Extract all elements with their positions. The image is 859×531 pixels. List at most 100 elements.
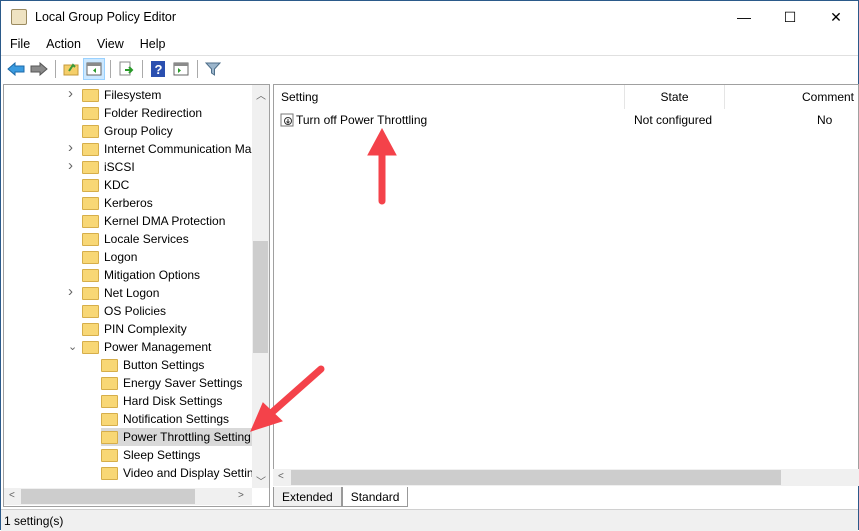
column-header-setting[interactable]: Setting	[274, 85, 625, 109]
scroll-down-icon[interactable]: ﹀	[256, 473, 266, 488]
scroll-left-icon[interactable]: <	[278, 471, 284, 482]
tree-item-label: Kerberos	[104, 196, 153, 210]
setting-state: Not configured	[634, 113, 713, 127]
tree-item[interactable]: Power Management	[82, 338, 211, 356]
policy-setting-icon	[280, 113, 294, 127]
tree-item[interactable]: Video and Display Settin	[101, 464, 254, 482]
column-header-comment[interactable]: Comment	[725, 85, 858, 109]
folder-icon	[82, 232, 99, 246]
folder-icon	[82, 178, 99, 192]
forward-icon[interactable]	[28, 58, 50, 80]
tree-item-label: Group Policy	[104, 124, 173, 138]
maximize-button[interactable]: ☐	[767, 1, 813, 33]
folder-icon	[101, 466, 118, 480]
folder-icon	[82, 196, 99, 210]
status-bar: 1 setting(s)	[1, 509, 858, 531]
toolbar: ?	[1, 55, 858, 81]
folder-icon	[82, 304, 99, 318]
scroll-thumb[interactable]	[253, 241, 268, 353]
tree-item-label: KDC	[104, 178, 130, 192]
setting-name: Turn off Power Throttling	[296, 113, 428, 127]
folder-icon	[82, 88, 99, 102]
tree-pane: Filesystem › Folder Redirection Group Polic…	[3, 84, 270, 507]
chevron-right-icon[interactable]: ›	[68, 139, 73, 156]
tree-item[interactable]: Logon	[82, 248, 137, 266]
tree-item[interactable]: PIN Complexity	[82, 320, 187, 338]
folder-icon	[82, 214, 99, 228]
scroll-thumb[interactable]	[21, 489, 195, 504]
scroll-left-icon[interactable]: <	[9, 490, 15, 501]
tree-item-label: iSCSI	[104, 160, 135, 174]
tree-item[interactable]: Filesystem	[82, 86, 161, 104]
tree-horizontal-scrollbar[interactable]: < >	[4, 488, 252, 505]
menu-bar: File Action View Help	[1, 33, 173, 54]
chevron-right-icon[interactable]: ›	[68, 283, 73, 300]
toolbar-separator	[142, 59, 143, 78]
settings-list-pane: Setting State Comment Turn off Power Thr…	[273, 84, 859, 486]
tree-item[interactable]: Notification Settings	[101, 410, 229, 428]
close-button[interactable]: ✕	[813, 1, 859, 33]
tree-item-label: Power Throttling Setting	[123, 430, 251, 444]
tree-item-label: Internet Communication Ma	[104, 142, 252, 156]
tree-item[interactable]: Mitigation Options	[82, 266, 200, 284]
up-folder-icon[interactable]	[60, 58, 82, 80]
menu-help[interactable]: Help	[131, 37, 173, 51]
tree-item-label: Hard Disk Settings	[123, 394, 223, 408]
tree-item[interactable]: Folder Redirection	[82, 104, 202, 122]
column-header-state[interactable]: State	[625, 85, 725, 109]
view-tabs: Extended Standard	[273, 487, 409, 507]
tree-item[interactable]: Button Settings	[101, 356, 204, 374]
tree-item[interactable]: Kernel DMA Protection	[82, 212, 225, 230]
tree-item[interactable]: iSCSI	[82, 158, 135, 176]
show-hide-tree-icon[interactable]	[83, 57, 105, 80]
folder-icon	[101, 412, 118, 426]
export-list-icon[interactable]	[115, 58, 137, 80]
folder-icon	[101, 358, 118, 372]
folder-icon	[101, 430, 118, 444]
tree-item[interactable]: Group Policy	[82, 122, 173, 140]
folder-icon	[82, 124, 99, 138]
list-row-setting[interactable]: Turn off Power Throttling	[280, 111, 427, 129]
menu-file[interactable]: File	[1, 37, 37, 51]
menu-action[interactable]: Action	[37, 37, 88, 51]
help-icon[interactable]: ?	[147, 58, 169, 80]
folder-icon	[82, 250, 99, 264]
tree-item-label: Net Logon	[104, 286, 160, 300]
scroll-thumb[interactable]	[291, 470, 781, 485]
tree-item-label: Folder Redirection	[104, 106, 203, 120]
folder-icon	[82, 142, 99, 156]
folder-icon	[101, 448, 118, 462]
menu-view[interactable]: View	[88, 37, 131, 51]
tree-item[interactable]: Power Throttling Setting	[101, 428, 252, 446]
list-horizontal-scrollbar[interactable]: <	[273, 469, 859, 486]
gpedit-scroll-icon	[11, 9, 27, 25]
tree-item[interactable]: KDC	[82, 176, 129, 194]
tree-item[interactable]: Internet Communication Ma	[82, 140, 251, 158]
tree-item[interactable]: Sleep Settings	[101, 446, 200, 464]
setting-comment: No	[817, 113, 833, 127]
folder-icon	[82, 160, 99, 174]
back-icon[interactable]	[5, 58, 27, 80]
window-title: Local Group Policy Editor	[35, 10, 177, 24]
show-action-pane-icon[interactable]	[170, 58, 192, 80]
chevron-down-icon[interactable]: ⌄	[68, 340, 77, 353]
filter-icon[interactable]	[202, 58, 224, 80]
tree-item[interactable]: Kerberos	[82, 194, 153, 212]
scroll-up-icon[interactable]: ︿	[256, 87, 266, 102]
folder-icon	[82, 268, 99, 282]
tree-item-label: Mitigation Options	[104, 268, 201, 282]
chevron-right-icon[interactable]: ›	[68, 85, 73, 102]
tab-extended[interactable]: Extended	[273, 487, 342, 507]
tree-item[interactable]: Net Logon	[82, 284, 159, 302]
tree-item[interactable]: Energy Saver Settings	[101, 374, 242, 392]
tree-item[interactable]: Hard Disk Settings	[101, 392, 222, 410]
tree-item-label: Power Management	[104, 340, 212, 354]
tree-item-label: Sleep Settings	[123, 448, 201, 462]
chevron-right-icon[interactable]: ›	[68, 157, 73, 174]
tab-standard[interactable]: Standard	[341, 487, 409, 507]
minimize-button[interactable]: —	[721, 1, 767, 33]
tree-item[interactable]: Locale Services	[82, 230, 189, 248]
tree-vertical-scrollbar[interactable]: ︿ ﹀	[252, 85, 269, 488]
tree-item[interactable]: OS Policies	[82, 302, 166, 320]
scroll-right-icon[interactable]: >	[238, 490, 244, 501]
